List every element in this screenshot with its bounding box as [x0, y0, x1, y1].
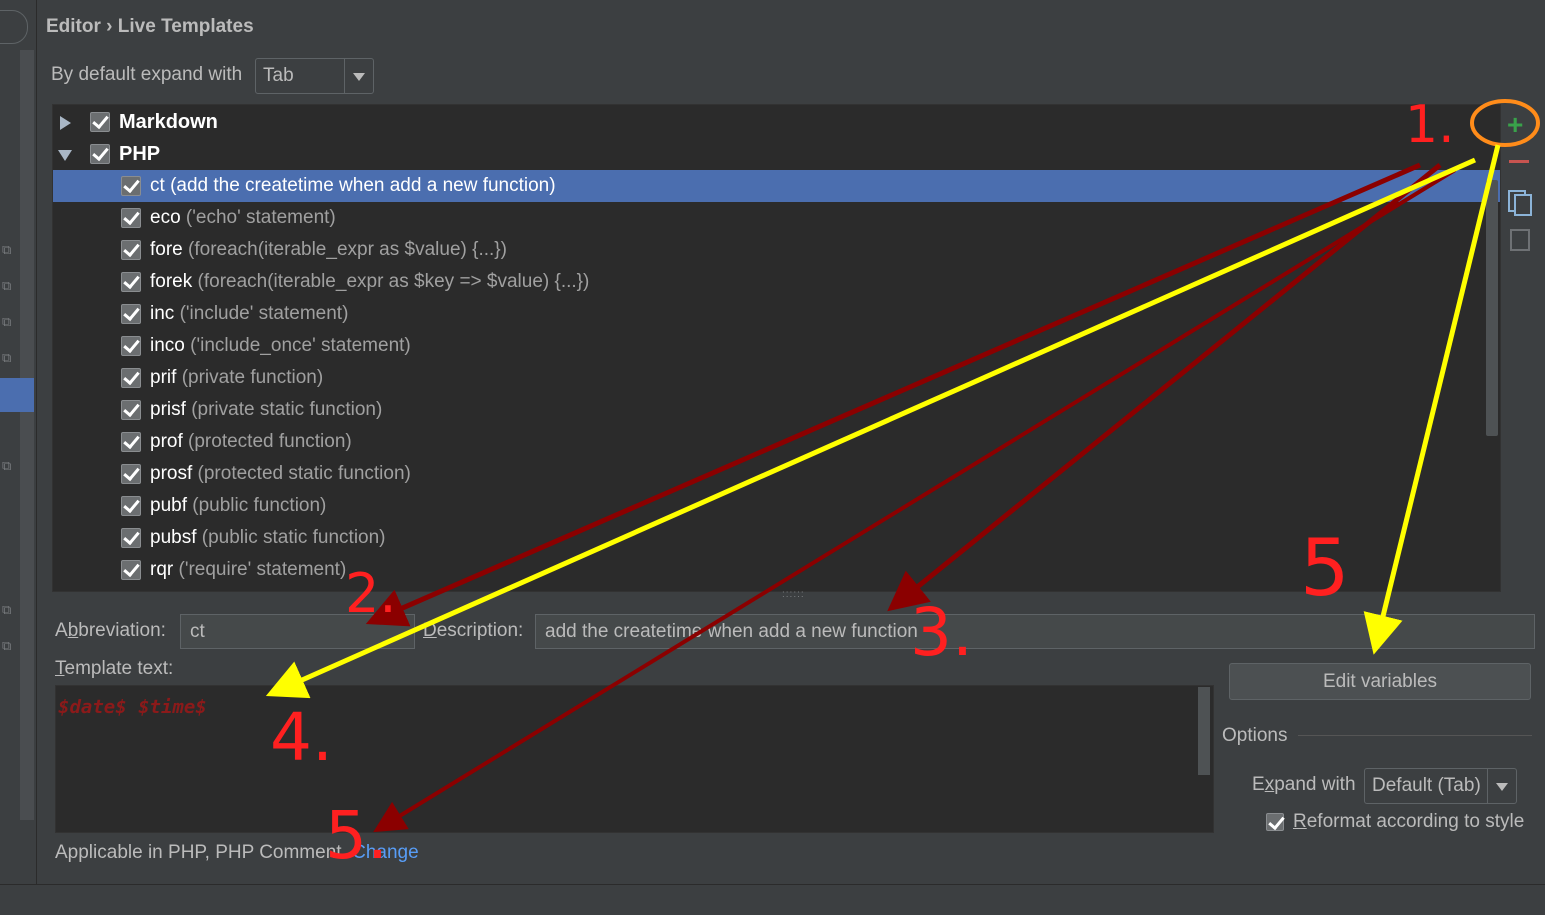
annotation-1: 1.: [1405, 95, 1455, 155]
arrow-to-edit-variables: [1363, 144, 1501, 655]
annotation-5-top: 5: [1300, 524, 1350, 614]
annotation-overlay: 1. 2. 3. 4. 5 5.: [265, 95, 1540, 874]
arrow-to-template-text: [265, 157, 1477, 699]
arrow-to-applicable: [373, 168, 1457, 833]
annotation-2: 2.: [345, 562, 397, 625]
annotation-5-bottom: 5.: [325, 797, 388, 874]
highlight-circle: [1470, 99, 1540, 147]
annotation-3: 3.: [910, 594, 973, 671]
arrow-to-abbreviation: [365, 162, 1421, 627]
annotation-4: 4.: [270, 699, 333, 776]
